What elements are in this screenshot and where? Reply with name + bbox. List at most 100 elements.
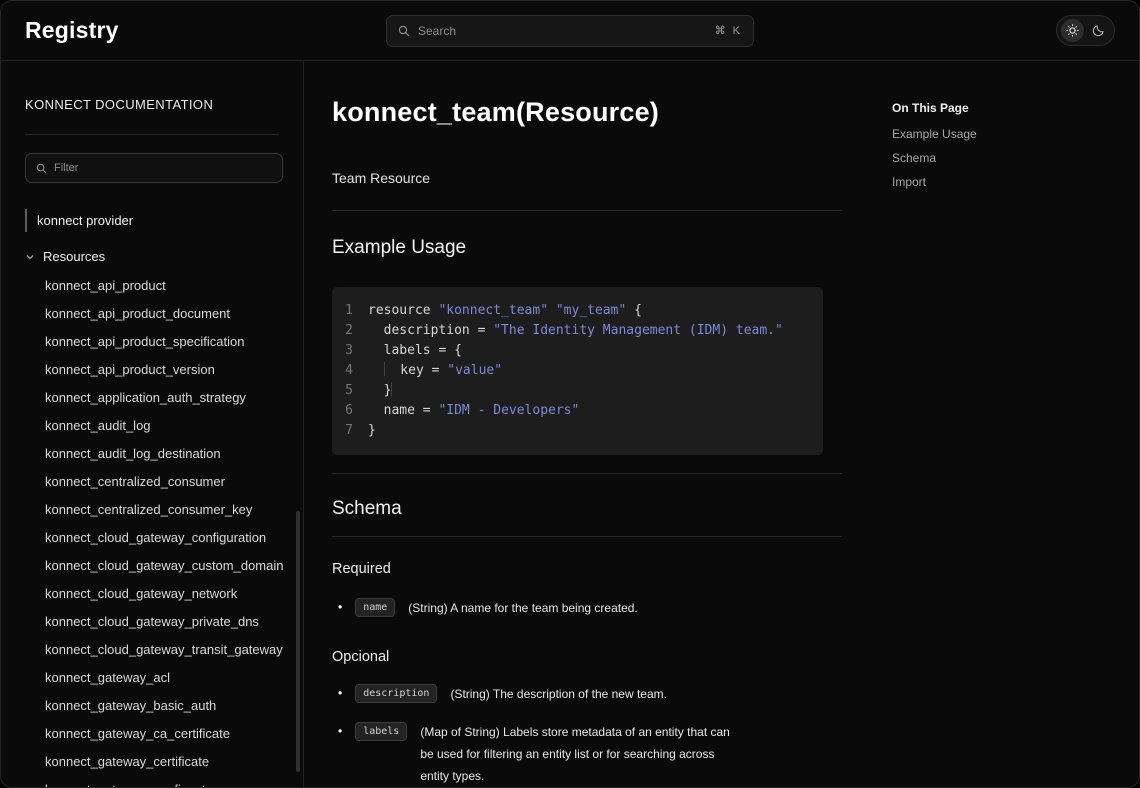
brand-title: Registry (25, 17, 119, 44)
bullet-dot: • (338, 721, 342, 741)
code-text: name = "IDM - Developers" (368, 401, 579, 421)
sidebar-item[interactable]: konnect_audit_log (25, 411, 303, 439)
code-line: 2 description = "The Identity Management… (332, 321, 823, 341)
filter-bar (25, 153, 283, 183)
code-string-token: "value" (447, 363, 502, 378)
sidebar-item[interactable]: konnect_gateway_acl (25, 663, 303, 691)
attribute-badge: labels (355, 722, 407, 741)
attribute-badge: name (355, 598, 395, 617)
code-line: 5 } (332, 381, 823, 401)
sidebar-item[interactable]: konnect_cloud_gateway_transit_gateway (25, 635, 303, 663)
code-line: 7} (332, 421, 823, 441)
example-usage-heading: Example Usage (332, 237, 842, 259)
code-block: 1resource "konnect_team" "my_team" {2 de… (332, 287, 823, 455)
sidebar-item-konnect-provider[interactable]: konnect provider (25, 209, 303, 232)
search-bar: ⌘ K (386, 15, 754, 47)
code-plain-token: resource (368, 303, 438, 318)
attribute-description: (String) A name for the team being creat… (408, 597, 637, 619)
sidebar-item[interactable]: konnect_cloud_gateway_custom_domain (25, 551, 303, 579)
light-mode-button[interactable] (1061, 19, 1084, 42)
code-plain-token: labels = { (368, 343, 462, 358)
filter-search-icon (36, 163, 47, 174)
toc-link[interactable]: Example Usage (892, 127, 1092, 141)
sidebar-item[interactable]: konnect_application_auth_strategy (25, 383, 303, 411)
sidebar-item[interactable]: konnect_audit_log_destination (25, 439, 303, 467)
line-number: 4 (332, 361, 368, 381)
code-plain-token: { (626, 303, 642, 318)
sidebar-heading: KONNECT DOCUMENTATION (25, 97, 303, 112)
divider (332, 536, 842, 537)
sidebar: KONNECT DOCUMENTATION konnect provider R… (1, 61, 304, 787)
resource-description: Team Resource (332, 170, 842, 186)
line-number: 3 (332, 341, 368, 361)
code-line: 3 labels = { (332, 341, 823, 361)
code-line: 4 key = "value" (332, 361, 823, 381)
line-number: 5 (332, 381, 368, 401)
doc-article: konnect_team(Resource) Team Resource Exa… (332, 97, 842, 787)
attribute-description: (String) The description of the new team… (450, 683, 667, 705)
line-number: 6 (332, 401, 368, 421)
header: Registry ⌘ K (1, 1, 1139, 61)
code-text: key = "value" (368, 361, 502, 381)
sun-icon (1066, 24, 1079, 37)
sidebar-item[interactable]: konnect_cloud_gateway_network (25, 579, 303, 607)
attribute-description: (Map of String) Labels store metadata of… (420, 721, 742, 787)
sidebar-item[interactable]: konnect_cloud_gateway_private_dns (25, 607, 303, 635)
sidebar-item[interactable]: konnect_api_product_document (25, 299, 303, 327)
attribute-item: • name (String) A name for the team being … (338, 597, 842, 619)
toc-link-list: Example Usage Schema Import (892, 127, 1092, 189)
attribute-badge: description (355, 684, 437, 703)
attribute-item: •description(String) The description of … (338, 683, 842, 705)
code-line: 6 name = "IDM - Developers" (332, 401, 823, 421)
search-icon (398, 25, 410, 37)
code-text: } (368, 421, 376, 441)
sidebar-item[interactable]: konnect_gateway_certificate (25, 747, 303, 775)
search-input[interactable] (418, 24, 707, 38)
toc-title: On This Page (892, 101, 1092, 115)
sidebar-item[interactable]: konnect_api_product_specification (25, 327, 303, 355)
code-text: resource "konnect_team" "my_team" { (368, 301, 642, 321)
app-window: Registry ⌘ K KONNECT DOCUMENTATION (0, 0, 1140, 788)
sidebar-item[interactable]: konnect_cloud_gateway_configuration (25, 523, 303, 551)
sidebar-scrollbar[interactable] (296, 511, 300, 772)
sidebar-item[interactable]: konnect_centralized_consumer (25, 467, 303, 495)
divider (332, 210, 842, 211)
divider (25, 134, 279, 135)
line-number: 7 (332, 421, 368, 441)
sidebar-item[interactable]: konnect_api_product_version (25, 355, 303, 383)
dark-mode-button[interactable] (1087, 19, 1110, 42)
chevron-down-icon (25, 252, 35, 262)
sidebar-item[interactable]: konnect_gateway_basic_auth (25, 691, 303, 719)
sidebar-item[interactable]: konnect_centralized_consumer_key (25, 495, 303, 523)
code-plain-token (368, 363, 384, 378)
code-line: 1resource "konnect_team" "my_team" { (332, 301, 823, 321)
optional-heading: Opcional (332, 649, 842, 665)
sidebar-item[interactable]: konnect_gateway_config_store (25, 775, 303, 787)
code-plain-token: description = (368, 323, 493, 338)
sidebar-group-resources[interactable]: Resources (25, 242, 303, 271)
sidebar-item[interactable]: konnect_api_product (25, 271, 303, 299)
attribute-item: • labels (Map of String) Labels store meta… (338, 721, 842, 787)
theme-toggle (1056, 15, 1115, 46)
schema-heading: Schema (332, 498, 842, 520)
code-plain-token: name = (368, 403, 438, 418)
toc-link[interactable]: Schema (892, 151, 1092, 165)
sidebar-group-label: Resources (43, 249, 105, 264)
code-text: labels = { (368, 341, 462, 361)
code-text: description = "The Identity Management (… (368, 321, 783, 341)
required-attribute-list: • name (String) A name for the team being … (332, 597, 842, 619)
toc-link[interactable]: Import (892, 175, 1092, 189)
optional-attribute-list: • description (String) The description of … (332, 683, 842, 787)
search-shortcut: ⌘ K (715, 24, 742, 37)
sidebar-item[interactable]: konnect_gateway_ca_certificate (25, 719, 303, 747)
code-string-token: "The Identity Management (IDM) team." (493, 323, 783, 338)
code-string-token: "konnect_team" (438, 303, 548, 318)
required-heading: Required (332, 561, 842, 577)
bullet-dot: • (338, 597, 342, 617)
code-plain-token: } (368, 383, 391, 398)
code-text: } (368, 381, 392, 401)
page-title: konnect_team(Resource) (332, 97, 842, 128)
code-string-token: "my_team" (556, 303, 626, 318)
indent-guide (391, 382, 392, 396)
filter-input[interactable] (54, 162, 272, 174)
